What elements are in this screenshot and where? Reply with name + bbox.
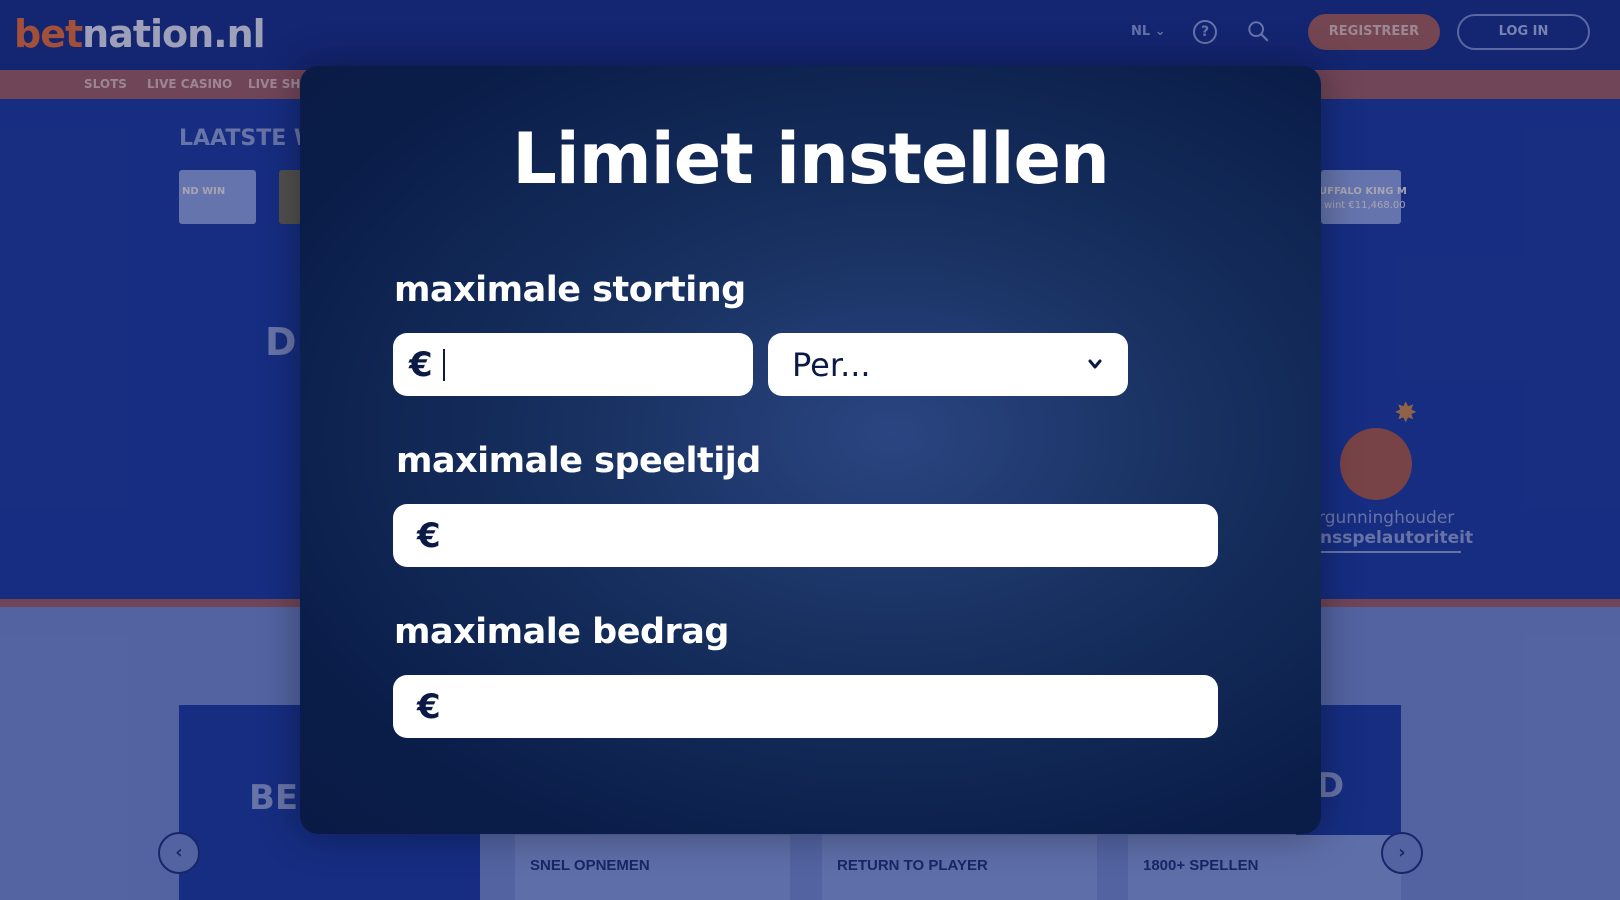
amount-input[interactable]: € <box>393 675 1218 738</box>
deposit-input[interactable]: € <box>393 333 753 396</box>
playtime-input[interactable]: € <box>393 504 1218 567</box>
limit-modal: Limiet instellen maximale storting € Per… <box>300 66 1321 834</box>
period-select[interactable]: Per... <box>768 333 1128 396</box>
period-select-value: Per... <box>792 345 871 384</box>
playtime-label: maximale speeltijd <box>396 441 761 481</box>
euro-prefix: € <box>409 344 433 385</box>
chevron-down-icon <box>1088 359 1102 369</box>
amount-label: maximale bedrag <box>394 612 729 652</box>
modal-title: Limiet instellen <box>512 118 1110 200</box>
text-caret <box>442 348 445 381</box>
euro-prefix: € <box>417 686 441 727</box>
deposit-label: maximale storting <box>394 270 746 310</box>
euro-prefix: € <box>417 515 441 556</box>
